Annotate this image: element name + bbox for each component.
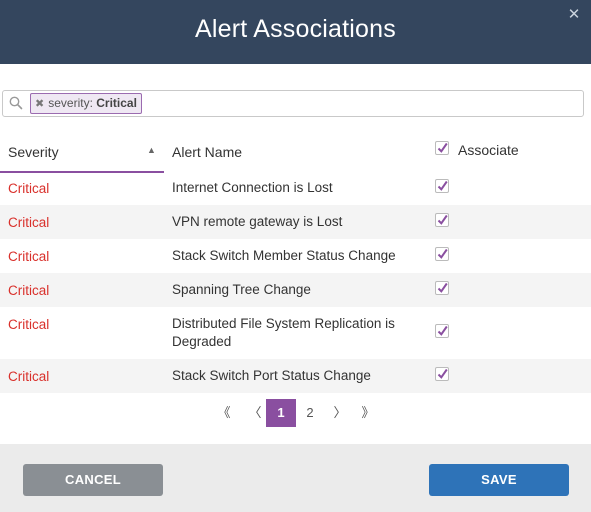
first-page-button[interactable]: 《 [214,399,234,427]
associate-checkbox[interactable] [435,213,449,227]
dialog-title: Alert Associations [195,15,396,43]
table-row: Critical Spanning Tree Change [0,273,591,307]
table-row: Critical Internet Connection is Lost [0,171,591,205]
table-row: Critical Distributed File System Replica… [0,307,591,359]
cancel-button[interactable]: CANCEL [23,464,163,496]
last-page-button[interactable]: 》 [357,399,379,427]
severity-cell: Critical [8,283,50,298]
table-row: Critical Stack Switch Member Status Chan… [0,239,591,273]
severity-cell: Critical [8,181,50,196]
check-icon [437,282,448,293]
chip-remove-icon[interactable]: ✖ [35,98,44,110]
chip-value: Critical [96,96,137,110]
associate-checkbox[interactable] [435,367,449,381]
check-icon [437,325,448,336]
prev-page-button[interactable]: 〈 [245,399,265,427]
column-header-severity[interactable]: Severity ▲ [0,131,164,173]
page-1-button[interactable]: 1 [266,399,296,427]
filter-chip-severity: ✖ severity: Critical [30,93,142,114]
column-label-associate: Associate [458,142,519,158]
severity-cell: Critical [8,215,50,230]
column-label-severity: Severity [8,144,59,160]
alert-name-cell: Stack Switch Member Status Change [172,248,396,263]
search-input[interactable]: ✖ severity: Critical [2,90,584,117]
associate-checkbox[interactable] [435,324,449,338]
associate-checkbox[interactable] [435,247,449,261]
check-icon [437,368,448,379]
alert-name-cell: Spanning Tree Change [172,282,311,297]
column-header-alert-name[interactable]: Alert Name [164,131,427,171]
alert-name-cell: Internet Connection is Lost [172,180,333,195]
check-icon [437,214,448,225]
select-all-checkbox[interactable] [435,141,449,155]
table-row: Critical Stack Switch Port Status Change [0,359,591,393]
table-row: Critical VPN remote gateway is Lost [0,205,591,239]
save-button[interactable]: SAVE [429,464,569,496]
column-header-associate: Associate [427,131,591,171]
close-icon[interactable]: ✕ [567,7,581,22]
alert-name-cell: VPN remote gateway is Lost [172,214,343,229]
severity-cell: Critical [8,249,50,264]
search-icon [9,96,23,110]
sort-ascending-icon: ▲ [147,145,156,155]
alert-name-cell: Stack Switch Port Status Change [172,368,371,383]
page-2-button[interactable]: 2 [300,399,320,427]
chip-key: severity: [48,96,93,110]
associate-checkbox[interactable] [435,281,449,295]
dialog-header: Alert Associations ✕ [0,0,591,64]
dialog-footer: CANCEL SAVE [0,444,591,512]
check-icon [437,248,448,259]
severity-cell: Critical [8,369,50,384]
check-icon [437,142,448,153]
check-icon [437,180,448,191]
alert-name-cell: Distributed File System Replication is D… [172,316,395,349]
severity-cell: Critical [8,317,50,332]
pagination: 《 〈 1 2 〉 》 [0,399,591,427]
column-label-alert-name: Alert Name [172,144,243,160]
next-page-button[interactable]: 〉 [330,399,350,427]
associate-checkbox[interactable] [435,179,449,193]
